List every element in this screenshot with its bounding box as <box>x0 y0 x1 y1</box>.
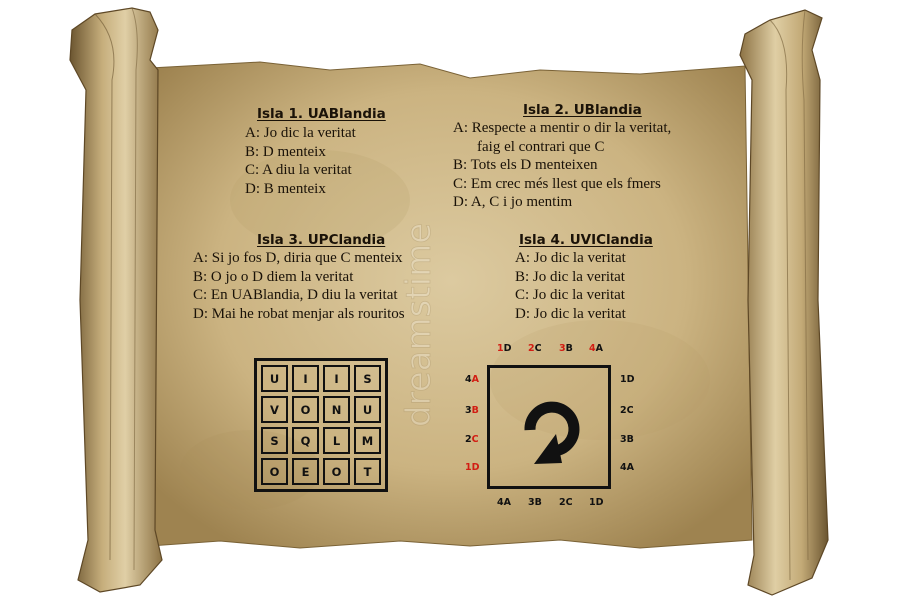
door-label-left-3: 2C <box>465 434 479 445</box>
watermark: dreamstime <box>400 222 439 427</box>
grid-cell: S <box>261 427 288 454</box>
door-label-top-4: 4A <box>589 343 603 354</box>
grid-cell: S <box>354 365 381 392</box>
island-4-line-b: B: Jo dic la veritat <box>515 268 625 285</box>
island-3-line-d: D: Mai he robat menjar als rouritos <box>193 305 405 322</box>
door-label-right-1: 1D <box>620 374 635 385</box>
door-label-right-3: 3B <box>620 434 634 445</box>
island-3-line-b: B: O jo o D diem la veritat <box>193 268 354 285</box>
door-label-bottom-3: 2C <box>559 497 573 508</box>
island-2-line-a-cont: faig el contrari que C <box>477 138 605 155</box>
grid-cell: L <box>323 427 350 454</box>
island-3: Isla 3. UPClandia A: Si jo fos D, diria … <box>193 232 405 323</box>
door-label-bottom-4: 1D <box>589 497 604 508</box>
door-label-top-3: 3B <box>559 343 573 354</box>
island-3-line-a: A: Si jo fos D, diria que C menteix <box>193 250 403 266</box>
grid-cell: Q <box>292 427 319 454</box>
grid-cell: N <box>323 396 350 423</box>
grid-cell: E <box>292 458 319 485</box>
island-1-line-b: B: D menteix <box>245 143 326 160</box>
letter-grid: U I I S V O N U S Q L M O E O T <box>254 358 388 492</box>
door-label-right-4: 4A <box>620 462 634 473</box>
grid-cell: U <box>261 365 288 392</box>
door-label-bottom-1: 4A <box>497 497 511 508</box>
door-label-bottom-2: 3B <box>528 497 542 508</box>
grid-cell: V <box>261 396 288 423</box>
door-puzzle-box <box>487 365 611 489</box>
island-1: Isla 1. UABlandia A: Jo dic la veritat B… <box>245 106 386 198</box>
left-scroll-roll <box>69 7 163 593</box>
island-4-title: Isla 4. UVIClandia <box>519 232 653 248</box>
island-4: Isla 4. UVIClandia A: Jo dic la veritat … <box>515 232 653 323</box>
island-4-line-d: D: Jo dic la veritat <box>515 305 626 322</box>
island-1-title: Isla 1. UABlandia <box>257 106 386 122</box>
island-1-line-d: D: B menteix <box>245 180 326 197</box>
door-label-left-4: 1D <box>465 462 480 473</box>
watermark-text: dreamstime <box>400 223 439 427</box>
island-4-line-c: C: Jo dic la veritat <box>515 287 625 303</box>
island-2-line-b: B: Tots els D menteixen <box>453 157 598 173</box>
right-scroll-roll <box>739 9 829 596</box>
door-label-left-1: 4A <box>465 374 479 385</box>
grid-cell: O <box>323 458 350 485</box>
grid-cell: M <box>354 427 381 454</box>
island-2-line-c: C: Em crec més llest que els fmers <box>453 175 661 192</box>
island-3-line-c: C: En UABlandia, D diu la veritat <box>193 287 398 303</box>
grid-cell: I <box>292 365 319 392</box>
island-3-title: Isla 3. UPClandia <box>257 232 386 248</box>
grid-cell: T <box>354 458 381 485</box>
door-label-right-2: 2C <box>620 405 634 416</box>
island-1-line-a: A: Jo dic la veritat <box>245 125 356 141</box>
door-label-left-2: 3B <box>465 405 479 416</box>
island-2-line-a: A: Respecte a mentir o dir la veritat, <box>453 120 672 136</box>
island-4-line-a: A: Jo dic la veritat <box>515 250 626 266</box>
grid-cell: O <box>261 458 288 485</box>
grid-cell: I <box>323 365 350 392</box>
island-1-line-c: C: A diu la veritat <box>245 162 352 178</box>
island-2-title: Isla 2. UBlandia <box>523 102 642 118</box>
island-2: Isla 2. UBlandia A: Respecte a mentir o … <box>453 102 671 212</box>
door-label-top-1: 1D <box>497 343 512 354</box>
island-2-line-d: D: A, C i jo mentim <box>453 194 573 210</box>
rotate-arrow-icon <box>524 401 580 464</box>
grid-cell: O <box>292 396 319 423</box>
grid-cell: U <box>354 396 381 423</box>
door-label-top-2: 2C <box>528 343 542 354</box>
